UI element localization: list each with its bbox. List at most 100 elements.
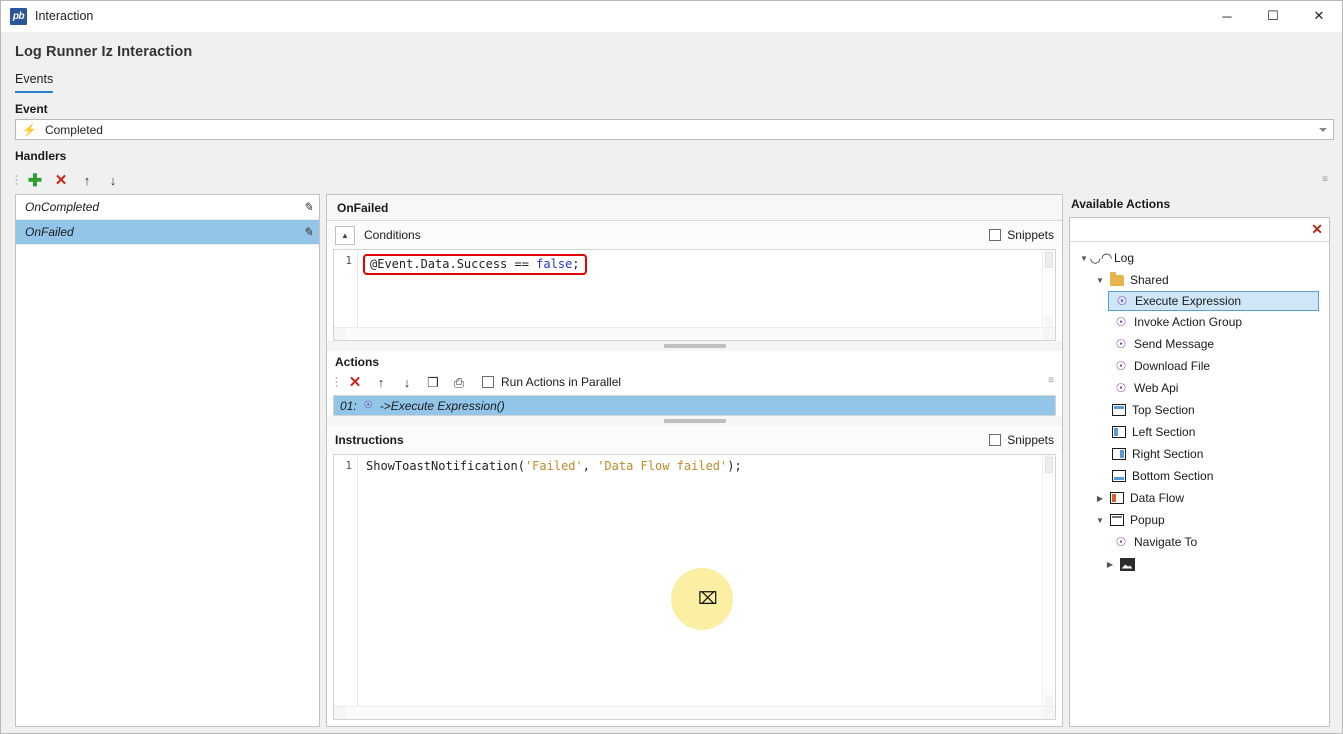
web-api-icon: ☉: [1115, 381, 1127, 395]
conditions-vscrollbar[interactable]: [1042, 250, 1055, 327]
instructions-code[interactable]: ShowToastNotification('Failed', 'Data Fl…: [358, 455, 1042, 706]
arrow-down-icon: ↓: [403, 374, 411, 390]
handler-row-oncompleted[interactable]: OnCompleted ✎: [16, 195, 319, 220]
tree-node-download-file[interactable]: ☉ Download File: [1070, 355, 1329, 377]
toolbar-grip[interactable]: [335, 375, 338, 389]
x-icon: ✕: [54, 171, 68, 189]
add-handler-button[interactable]: ✚: [22, 169, 48, 191]
toolbar-overflow-icon[interactable]: ≡: [1322, 174, 1328, 185]
collapse-conditions-button[interactable]: ▲: [335, 225, 355, 245]
instructions-editor-body[interactable]: 1 ShowToastNotification('Failed', 'Data …: [334, 455, 1055, 706]
edit-pencil-icon[interactable]: ✎: [303, 200, 313, 214]
tree-node-left-section[interactable]: Left Section: [1070, 421, 1329, 443]
instruction-arg-2: 'Data Flow failed': [597, 459, 728, 473]
move-action-up-button[interactable]: ↑: [368, 371, 394, 393]
log-icon: ◡◠: [1089, 250, 1113, 265]
move-action-down-button[interactable]: ↓: [394, 371, 420, 393]
tree-node-send-message[interactable]: ☉ Send Message: [1070, 333, 1329, 355]
scroll-down-icon[interactable]: [1045, 316, 1053, 327]
scroll-down-icon[interactable]: [1045, 695, 1053, 706]
minimize-icon[interactable]: ─: [1204, 1, 1250, 32]
conditions-snippets-toggle[interactable]: Snippets: [989, 228, 1054, 242]
tree-node-image[interactable]: ▶: [1070, 553, 1329, 575]
chevron-right-icon[interactable]: ▶: [1102, 560, 1118, 569]
tree-node-data-flow[interactable]: ▶ Data Flow: [1070, 487, 1329, 509]
maximize-icon[interactable]: ☐: [1250, 1, 1296, 32]
conditions-splitter[interactable]: [327, 341, 1062, 351]
edit-pencil-icon[interactable]: ✎: [303, 225, 313, 239]
toolbar-grip[interactable]: [15, 173, 18, 187]
available-actions-panel: Available Actions ✕ ▼ ◡◠ Log ▼ Shared ☉ …: [1069, 194, 1334, 727]
chevron-down-icon[interactable]: ▼: [1092, 276, 1108, 285]
conditions-code[interactable]: @Event.Data.Success == false;: [358, 250, 1042, 327]
handler-row-onfailed[interactable]: OnFailed ✎: [16, 220, 319, 245]
actions-list[interactable]: 01: ☉ ->Execute Expression(): [333, 395, 1056, 416]
paste-action-button[interactable]: ⎙: [446, 371, 472, 393]
handler-detail-panel: OnFailed ▲ Conditions Snippets 1 @Event.…: [326, 194, 1063, 727]
delete-handler-button[interactable]: ✕: [48, 169, 74, 191]
tree-node-label: Execute Expression: [1135, 294, 1242, 308]
scroll-left-icon[interactable]: [334, 328, 346, 340]
tree-node-bottom-section[interactable]: Bottom Section: [1070, 465, 1329, 487]
snippets-checkbox[interactable]: [989, 229, 1002, 241]
tree-node-right-section[interactable]: Right Section: [1070, 443, 1329, 465]
conditions-hscrollbar[interactable]: [334, 327, 1055, 340]
scroll-left-icon[interactable]: [334, 707, 346, 719]
clear-search-icon[interactable]: ✕: [1311, 221, 1323, 238]
move-handler-up-button[interactable]: ↑: [74, 169, 100, 191]
conditions-editor-body[interactable]: 1 @Event.Data.Success == false;: [334, 250, 1055, 327]
splitter-grip: [663, 419, 726, 423]
snippets-checkbox[interactable]: [989, 434, 1002, 446]
event-label: Event: [15, 102, 48, 116]
instructions-header: Instructions Snippets: [327, 426, 1062, 454]
event-combo[interactable]: ⚡ Completed: [15, 119, 1334, 140]
close-icon[interactable]: ✕: [1296, 1, 1342, 32]
tree-node-web-api[interactable]: ☉ Web Api: [1070, 377, 1329, 399]
instructions-gutter: 1: [334, 455, 358, 706]
toolbar-overflow-icon[interactable]: ≡: [1048, 375, 1054, 386]
tree-node-shared[interactable]: ▼ Shared: [1070, 269, 1329, 291]
search-input[interactable]: [1076, 221, 1312, 238]
available-actions-box: ✕ ▼ ◡◠ Log ▼ Shared ☉ Execute Expression…: [1069, 217, 1330, 727]
copy-action-button[interactable]: ❐: [420, 371, 446, 393]
tab-events[interactable]: Events: [15, 72, 54, 93]
tree-node-top-section[interactable]: Top Section: [1070, 399, 1329, 421]
action-row[interactable]: 01: ☉ ->Execute Expression(): [334, 396, 1055, 415]
scroll-track[interactable]: [347, 709, 1042, 717]
scroll-track[interactable]: [347, 330, 1042, 338]
tree-node-log[interactable]: ▼ ◡◠ Log: [1070, 247, 1329, 269]
scroll-thumb[interactable]: [1045, 252, 1053, 268]
conditions-editor[interactable]: 1 @Event.Data.Success == false;: [333, 249, 1056, 341]
event-value: Completed: [44, 122, 103, 137]
handlers-toolbar: ✚ ✕ ↑ ↓ ≡: [15, 168, 1336, 192]
tree-node-execute-expression[interactable]: ☉ Execute Expression: [1108, 291, 1319, 311]
delete-action-button[interactable]: ✕: [342, 371, 368, 393]
tree-node-invoke-action-group[interactable]: ☉ Invoke Action Group: [1070, 311, 1329, 333]
instructions-hscrollbar[interactable]: [334, 706, 1055, 719]
handlers-label: Handlers: [15, 149, 67, 163]
instruction-separator: ,: [582, 459, 598, 473]
instructions-snippets-toggle[interactable]: Snippets: [989, 433, 1054, 447]
scroll-right-icon[interactable]: [1043, 328, 1055, 340]
run-parallel-toggle[interactable]: Run Actions in Parallel: [482, 375, 621, 389]
chevron-right-icon[interactable]: ▶: [1092, 494, 1108, 503]
execute-expression-icon: ☉: [1116, 294, 1128, 308]
tree-node-navigate-to[interactable]: ☉ Navigate To: [1070, 531, 1329, 553]
chevron-down-icon[interactable]: [1319, 127, 1327, 132]
tree-node-popup[interactable]: ▼ Popup: [1070, 509, 1329, 531]
chevron-down-icon[interactable]: ▼: [1092, 516, 1108, 525]
instructions-editor[interactable]: 1 ShowToastNotification('Failed', 'Data …: [333, 454, 1056, 720]
tree-node-label: Log: [1114, 251, 1135, 265]
available-actions-search-row: ✕: [1070, 218, 1329, 242]
instructions-vscrollbar[interactable]: [1042, 455, 1055, 706]
move-handler-down-button[interactable]: ↓: [100, 169, 126, 191]
scroll-thumb[interactable]: [1045, 457, 1053, 473]
scroll-right-icon[interactable]: [1043, 707, 1055, 719]
page-header: Log Runner Iz Interaction: [1, 32, 1342, 60]
instructions-title: Instructions: [335, 433, 404, 447]
actions-title: Actions: [335, 355, 380, 369]
run-parallel-checkbox[interactable]: [482, 376, 494, 388]
tree-node-label: Left Section: [1132, 425, 1196, 439]
actions-splitter[interactable]: [327, 416, 1062, 426]
paste-icon: ⎙: [453, 374, 465, 390]
